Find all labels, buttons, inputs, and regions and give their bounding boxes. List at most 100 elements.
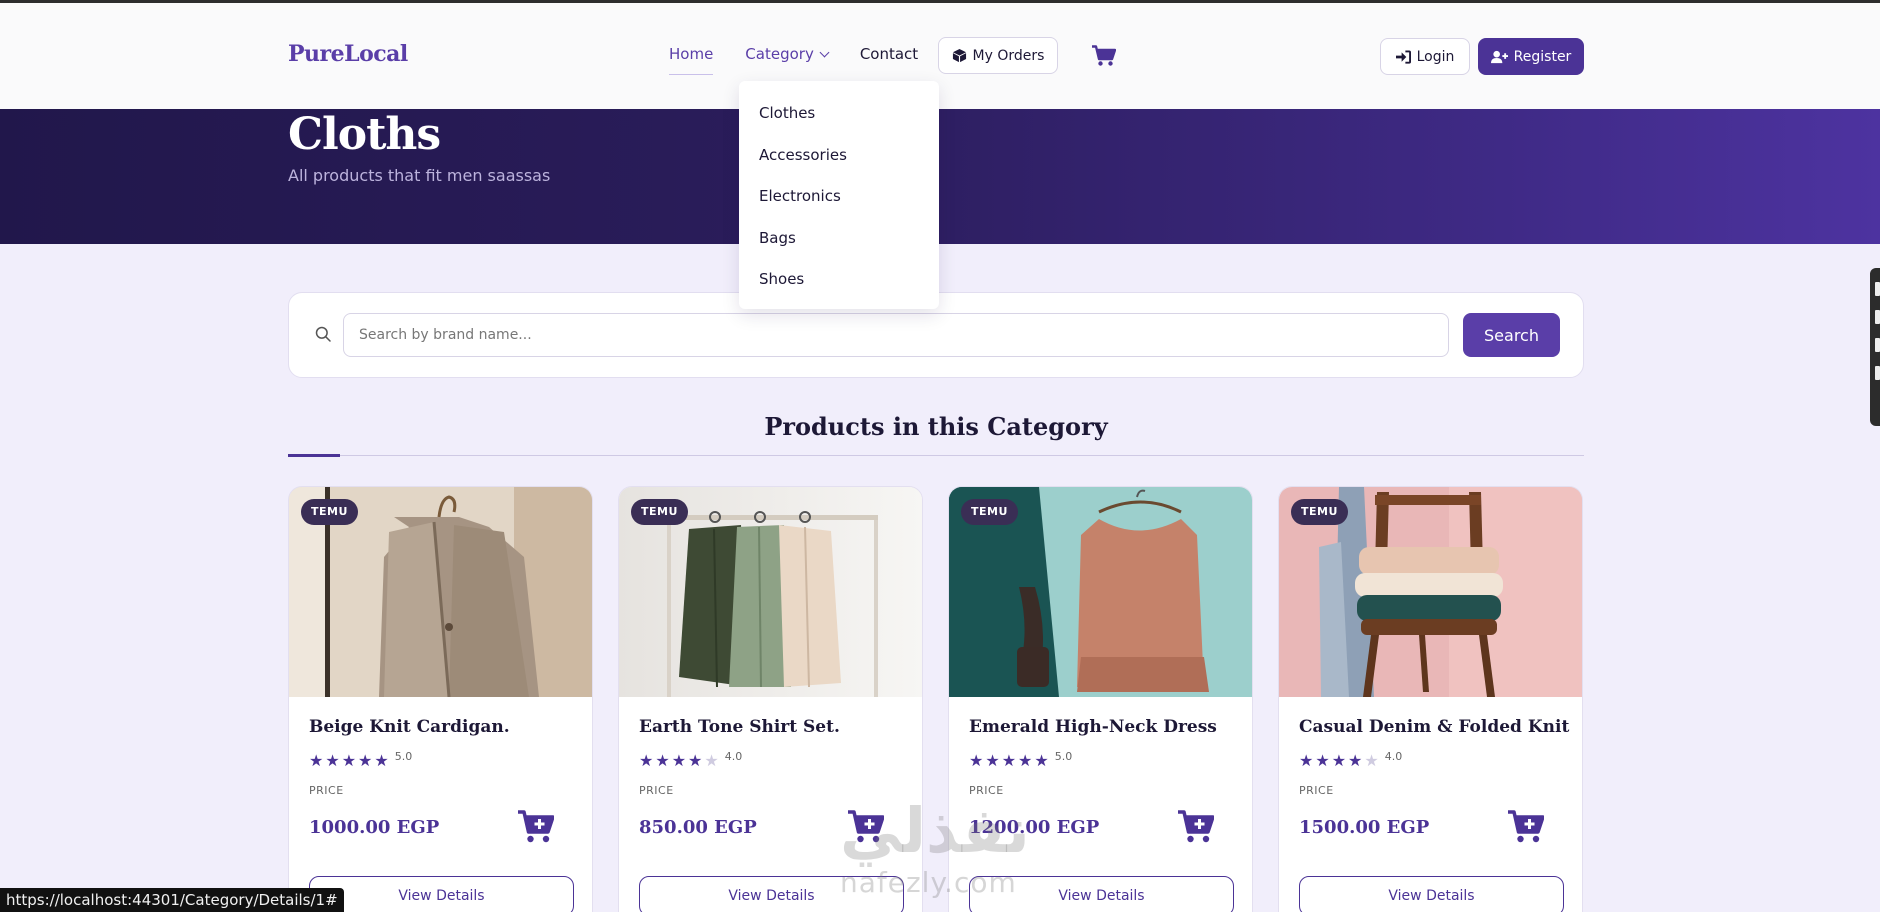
section-divider-accent xyxy=(288,454,340,457)
product-price: 850.00 EGP xyxy=(639,817,757,838)
register-label: Register xyxy=(1513,48,1572,65)
product-image[interactable]: TEMU xyxy=(949,487,1252,697)
view-details-button[interactable]: View Details xyxy=(639,876,904,912)
rating-value: 5.0 xyxy=(1054,750,1073,763)
nav-home-link[interactable]: Home xyxy=(669,45,714,75)
dropdown-item-accessories[interactable]: Accessories xyxy=(739,135,939,177)
dropdown-item-bags[interactable]: Bags xyxy=(739,218,939,260)
star-icon: ★ xyxy=(374,751,389,770)
my-orders-button[interactable]: My Orders xyxy=(938,37,1058,74)
dropdown-item-clothes[interactable]: Clothes xyxy=(739,93,939,135)
product-price: 1000.00 EGP xyxy=(309,817,440,838)
product-name[interactable]: Beige Knit Cardigan. xyxy=(309,717,510,737)
product-price: 1200.00 EGP xyxy=(969,817,1100,838)
star-icon: ★ xyxy=(1315,751,1330,770)
cart-plus-icon xyxy=(1178,810,1215,843)
price-label: PRICE xyxy=(309,784,344,797)
product-image[interactable]: TEMU xyxy=(619,487,922,697)
star-icon: ★ xyxy=(1034,751,1049,770)
cart-icon[interactable] xyxy=(1092,45,1117,71)
product-name[interactable]: Emerald High-Neck Dress xyxy=(969,717,1217,737)
dropdown-item-electronics[interactable]: Electronics xyxy=(739,176,939,218)
toolbar-tab[interactable] xyxy=(1875,282,1880,296)
chevron-down-icon xyxy=(819,47,830,57)
product-rating: ★ ★ ★ ★ ★ 5.0 xyxy=(969,750,1073,770)
add-to-cart-button[interactable] xyxy=(1178,810,1215,848)
brand-badge: TEMU xyxy=(301,499,358,525)
product-card[interactable]: TEMU Casual Denim & Folded Knit ★ ★ ★ ★ ★ 4.… xyxy=(1278,486,1583,912)
register-button[interactable]: Register xyxy=(1478,38,1584,75)
star-icon: ★ xyxy=(671,751,687,770)
search-icon xyxy=(315,326,331,342)
sign-in-icon xyxy=(1395,49,1411,64)
view-details-button[interactable]: View Details xyxy=(309,876,574,912)
login-label: Login xyxy=(1416,48,1455,65)
product-name[interactable]: Casual Denim & Folded Knit xyxy=(1299,717,1569,737)
price-label: PRICE xyxy=(1299,784,1334,797)
dropdown-item-shoes[interactable]: Shoes xyxy=(739,259,939,301)
price-label: PRICE xyxy=(969,784,1004,797)
brand-badge: TEMU xyxy=(1291,499,1348,525)
product-rating: ★ ★ ★ ★ ★ 5.0 xyxy=(309,750,412,770)
rating-value: 4.0 xyxy=(724,750,743,763)
side-toolbar-widget[interactable] xyxy=(1870,268,1880,426)
search-input[interactable] xyxy=(343,313,1449,357)
star-icon: ★ xyxy=(985,751,1000,770)
star-icon: ★ xyxy=(1364,751,1379,770)
star-icon: ★ xyxy=(704,751,719,770)
cart-plus-icon xyxy=(518,810,555,843)
category-title: Cloths xyxy=(288,109,441,160)
nav-category-toggle[interactable]: Category xyxy=(745,45,830,63)
star-icon: ★ xyxy=(1001,751,1017,770)
product-rating: ★ ★ ★ ★ ★ 4.0 xyxy=(1299,750,1402,770)
brand-badge: TEMU xyxy=(631,499,688,525)
nav-contact-link[interactable]: Contact xyxy=(860,45,918,63)
star-icon: ★ xyxy=(1348,751,1363,770)
add-to-cart-button[interactable] xyxy=(848,810,885,848)
product-name[interactable]: Earth Tone Shirt Set. xyxy=(639,717,840,737)
my-orders-label: My Orders xyxy=(972,47,1045,64)
section-title: Products in this Category xyxy=(764,412,1108,441)
browser-status-url: https://localhost:44301/Category/Details… xyxy=(0,888,344,912)
login-button[interactable]: Login xyxy=(1380,38,1470,75)
product-card[interactable]: TEMU Emerald High-Neck Dress ★ ★ ★ ★ ★ 5.0 P… xyxy=(948,486,1253,912)
toolbar-tab[interactable] xyxy=(1875,338,1880,352)
section-divider xyxy=(288,455,1584,456)
star-icon: ★ xyxy=(341,751,357,770)
toolbar-tab[interactable] xyxy=(1875,310,1880,324)
view-details-button[interactable]: View Details xyxy=(969,876,1234,912)
star-icon: ★ xyxy=(639,751,654,770)
star-icon: ★ xyxy=(358,751,373,770)
star-icon: ★ xyxy=(688,751,703,770)
box-icon xyxy=(952,48,966,63)
search-button[interactable]: Search xyxy=(1463,313,1560,357)
price-label: PRICE xyxy=(639,784,674,797)
add-to-cart-button[interactable] xyxy=(518,810,555,848)
navbar: PureLocal Home Category Contact My Order… xyxy=(0,3,1880,109)
star-icon: ★ xyxy=(325,751,340,770)
star-icon: ★ xyxy=(309,751,324,770)
star-icon: ★ xyxy=(655,751,670,770)
cart-plus-icon xyxy=(1508,810,1545,843)
view-details-button[interactable]: View Details xyxy=(1299,876,1564,912)
nav-category-label: Category xyxy=(745,45,814,63)
category-dropdown-menu: Clothes Accessories Electronics Bags Sho… xyxy=(739,81,939,309)
toolbar-tab[interactable] xyxy=(1875,366,1880,380)
brand-logo[interactable]: PureLocal xyxy=(288,41,408,67)
star-icon: ★ xyxy=(969,751,984,770)
brand-badge: TEMU xyxy=(961,499,1018,525)
product-rating: ★ ★ ★ ★ ★ 4.0 xyxy=(639,750,743,770)
product-image[interactable]: TEMU xyxy=(1279,487,1582,697)
product-card[interactable]: TEMU Earth Tone Shirt Set. ★ ★ ★ ★ ★ 4.0 PRI… xyxy=(618,486,923,912)
product-card[interactable]: TEMU Beige Knit Cardigan. ★ ★ ★ ★ ★ 5.0 PRIC… xyxy=(288,486,593,912)
cart-plus-icon xyxy=(848,810,885,843)
star-icon: ★ xyxy=(1331,751,1347,770)
category-description: All products that fit men saassas xyxy=(288,166,551,185)
star-icon: ★ xyxy=(1018,751,1033,770)
hero-banner: Cloths All products that fit men saassas xyxy=(0,109,1880,244)
user-plus-icon xyxy=(1490,50,1508,63)
product-image[interactable]: TEMU xyxy=(289,487,592,697)
nav-links: Home Category Contact xyxy=(669,45,950,75)
product-price: 1500.00 EGP xyxy=(1299,817,1430,838)
add-to-cart-button[interactable] xyxy=(1508,810,1545,848)
